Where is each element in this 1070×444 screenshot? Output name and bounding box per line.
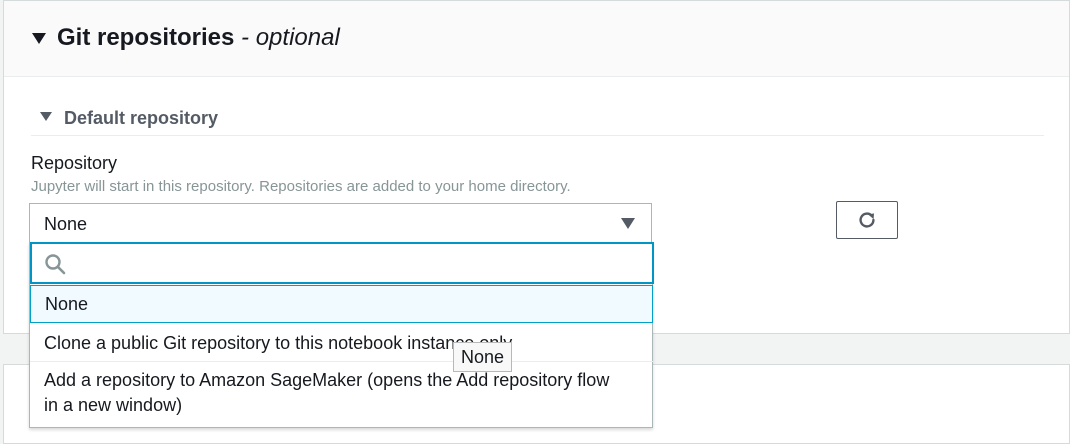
chevron-down-icon[interactable] [621, 218, 635, 229]
section-title: Git repositories - optional [57, 24, 340, 52]
caret-down-icon[interactable] [40, 112, 52, 121]
search-icon [45, 254, 66, 275]
tooltip: None [453, 342, 513, 372]
dropdown-option-add-repository[interactable]: Add a repository to Amazon SageMaker (op… [30, 364, 653, 422]
divider [31, 135, 1044, 136]
refresh-icon [859, 212, 875, 228]
field-description: Jupyter will start in this repository. R… [31, 178, 571, 195]
refresh-button[interactable] [836, 201, 898, 239]
select-value: None [44, 214, 88, 234]
dropdown-search[interactable] [30, 242, 654, 284]
repository-dropdown: None Clone a public Git repository to th… [29, 242, 654, 428]
dropdown-option-clone[interactable]: Clone a public Git repository to this no… [30, 324, 653, 362]
field-label: Repository [31, 153, 118, 173]
section-title-text: Git repositories [57, 24, 235, 51]
search-input[interactable] [76, 250, 640, 278]
repository-select[interactable]: None [29, 203, 652, 243]
subsection-title[interactable]: Default repository [64, 108, 218, 129]
section-header[interactable]: Git repositories - optional [4, 1, 1069, 77]
dropdown-option-none[interactable]: None [30, 285, 653, 323]
section-optional-label: - optional [241, 24, 340, 51]
caret-down-icon[interactable] [32, 33, 46, 44]
